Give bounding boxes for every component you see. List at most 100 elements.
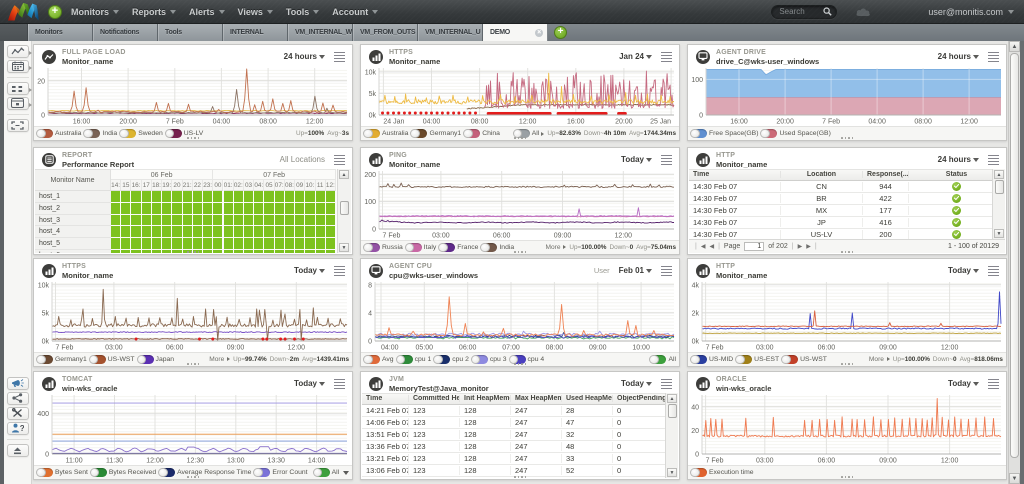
widget-menu-icon[interactable] [988,51,999,62]
widget-menu-icon[interactable] [334,154,345,165]
report-cell[interactable] [151,202,162,214]
report-cell[interactable] [254,238,264,249]
expand-arrow-icon[interactable] [541,131,545,136]
report-cell[interactable] [295,226,305,238]
column-header-committed-hea-[interactable]: Committed Hea... [409,395,460,403]
report-cell[interactable] [141,191,151,202]
page-input[interactable] [744,242,765,251]
report-cell[interactable] [151,226,162,238]
widget-menu-icon[interactable] [661,154,672,165]
report-cell[interactable] [141,250,151,253]
close-icon[interactable]: × [535,28,543,37]
report-cell[interactable] [121,191,131,202]
report-cell[interactable] [305,238,315,249]
time-range-select[interactable]: Today [294,266,325,275]
report-cell[interactable] [254,191,264,202]
report-cell[interactable] [233,250,243,253]
report-cell[interactable] [121,250,131,253]
report-cell[interactable] [223,226,233,238]
tab-demo[interactable]: DEMO × [483,24,548,41]
scroll-down-icon[interactable]: ▼ [667,468,677,477]
monitis-logo-icon[interactable] [6,2,40,21]
report-cell[interactable] [223,191,233,202]
column-header-location[interactable]: Location [781,171,863,179]
search-input[interactable] [779,7,824,16]
add-tab-button[interactable]: + [554,26,567,39]
report-cell[interactable] [182,214,192,226]
scroll-down-icon[interactable]: ▼ [994,229,1004,238]
report-cell[interactable] [295,202,305,214]
time-range-select[interactable]: 24 hours [938,52,979,61]
report-cell[interactable] [274,250,284,253]
report-cell[interactable] [274,214,284,226]
report-scrollbar[interactable]: ▲ ▼ [337,169,351,253]
report-cell[interactable] [213,191,223,202]
report-cell[interactable] [305,250,315,253]
report-cell[interactable] [151,238,162,249]
report-cell[interactable] [315,202,325,214]
resize-handle[interactable] [512,251,528,254]
resize-handle[interactable] [512,476,528,479]
report-cell[interactable] [131,250,141,253]
report-cell[interactable] [295,250,305,253]
resize-handle[interactable] [185,251,201,254]
report-cell[interactable] [264,238,274,249]
legend-toggle-cpu-1[interactable]: cpu 1 [395,354,431,365]
report-cell[interactable] [254,214,264,226]
next-page-icon[interactable]: ▶ [798,243,803,250]
scroll-up-icon[interactable]: ▲ [994,170,1004,179]
report-cell[interactable] [315,238,325,249]
report-cell[interactable] [233,191,243,202]
table-row[interactable]: 14:30 Feb 07 BR 422 [689,192,1005,205]
legend-toggle-sweden[interactable]: Sweden [119,128,163,139]
time-range-select[interactable]: Jan 24 [619,52,652,61]
report-row-label[interactable]: host_5 [35,238,111,250]
nav-item-account[interactable]: Account [332,7,379,17]
report-row-label[interactable]: host_2 [35,202,111,215]
report-cell[interactable] [325,191,335,202]
report-cell[interactable] [121,226,131,238]
report-cell[interactable] [274,238,284,249]
report-cell[interactable] [203,226,213,238]
more-link[interactable]: More [545,244,567,251]
legend-toggle-india[interactable]: India [83,128,117,139]
report-cell[interactable] [233,214,243,226]
report-cell[interactable] [223,238,233,249]
resize-handle[interactable] [839,476,855,479]
legend-toggle-bytes-sent[interactable]: Bytes Sent [36,467,88,478]
report-cell[interactable] [111,226,121,238]
report-cell[interactable] [172,214,182,226]
report-cell[interactable] [213,214,223,226]
report-cell[interactable] [274,226,284,238]
report-cell[interactable] [131,202,141,214]
legend-toggle-russia[interactable]: Russia [363,242,403,253]
column-header-time[interactable]: Time [689,171,781,179]
report-cell[interactable] [192,238,203,249]
report-cell[interactable] [274,202,284,214]
more-link[interactable]: More [869,356,890,363]
report-cell[interactable] [182,191,192,202]
report-cell[interactable] [203,202,213,214]
time-range-select[interactable]: Today [621,379,652,388]
report-cell[interactable] [141,226,151,238]
report-row-label[interactable]: host_6 [35,250,111,253]
report-cell[interactable] [233,226,243,238]
report-cell[interactable] [192,214,203,226]
report-cell[interactable] [121,238,131,249]
report-cell[interactable] [111,202,121,214]
report-cell[interactable] [172,250,182,253]
resize-handle[interactable] [185,476,201,479]
tab-vm_internal_u[interactable]: VM_INTERNAL_U [418,24,483,41]
report-cell[interactable] [223,250,233,253]
widget-menu-icon[interactable] [988,265,999,276]
tab-vm_internal_w[interactable]: VM_INTERNAL_W [288,24,353,41]
nav-item-tools[interactable]: Tools [286,7,320,17]
tab-tools[interactable]: Tools [158,24,223,41]
report-cell[interactable] [131,238,141,249]
report-cell[interactable] [162,191,172,202]
report-cell[interactable] [203,238,213,249]
report-cell[interactable] [172,191,182,202]
report-cell[interactable] [284,202,295,214]
resize-handle[interactable] [839,363,855,366]
first-page-icon[interactable]: ◀ [701,243,706,250]
